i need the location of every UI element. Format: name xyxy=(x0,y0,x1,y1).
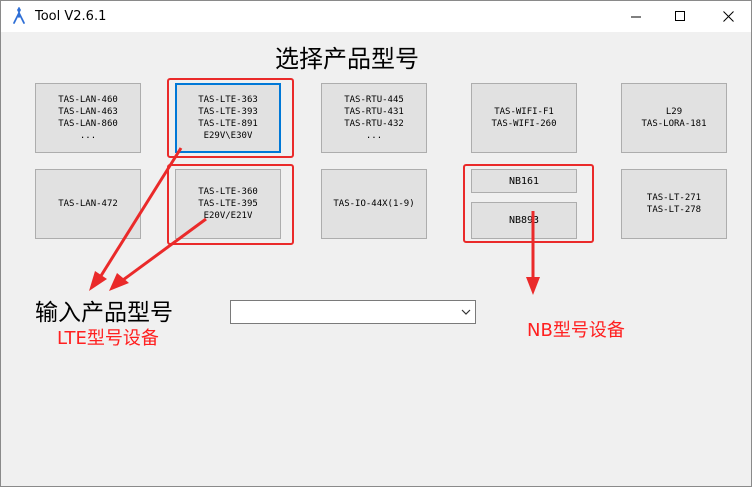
lte-annotation-label: LTE型号设备 xyxy=(57,328,159,349)
arrowhead-2 xyxy=(109,273,129,291)
nb-annotation-label: NB型号设备 xyxy=(527,320,625,341)
arrow-line-2 xyxy=(122,217,207,282)
arrow-line-1 xyxy=(97,147,183,280)
annotation-arrows xyxy=(89,147,540,295)
app-window: Tool V2.6.1 选择产品型号 TAS-LAN-460 TAS-LAN-4… xyxy=(0,0,752,487)
arrowhead-1 xyxy=(89,271,107,291)
arrowhead-3 xyxy=(526,277,540,295)
